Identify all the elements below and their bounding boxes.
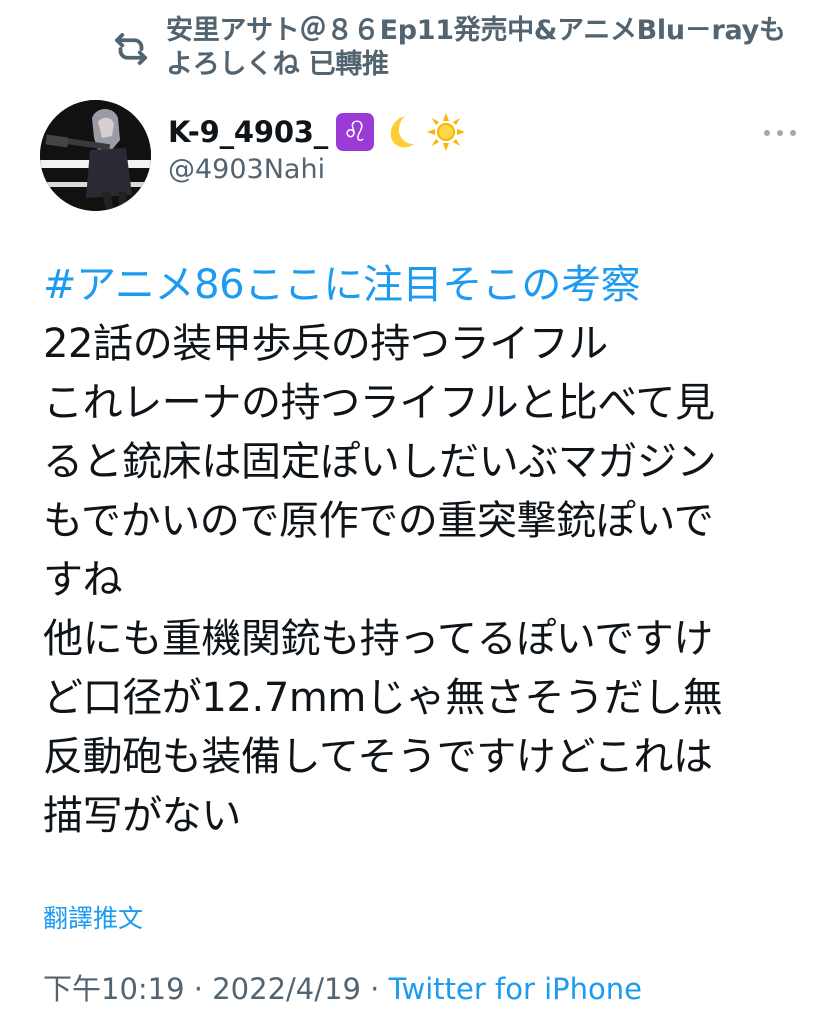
tweet-line: ど口径が12.7mmじゃ無さそうだし無 <box>43 675 723 721</box>
tweet-meta: 下午10:19 · 2022/4/19 · Twitter for iPhone <box>43 966 642 1008</box>
tweet-line: 反動砲も装備してそうですけどこれは <box>43 734 713 780</box>
crescent-moon-icon <box>390 116 415 148</box>
translate-tweet-link[interactable]: 翻譯推文 <box>43 899 143 935</box>
hashtag-link[interactable]: #アニメ86ここに注目そこの考察 <box>43 256 813 315</box>
display-name: K-9_4903_ <box>168 115 329 149</box>
avatar[interactable] <box>40 100 151 211</box>
meta-separator: · <box>360 972 389 1006</box>
retweet-icon <box>115 33 147 65</box>
author-handle[interactable]: @4903Nahi <box>168 154 325 185</box>
tweet-detail-page: 安里アサト＠８６Ep11発売中&アニメBlu－rayもよろしくね 已轉推 K-9… <box>0 0 839 1024</box>
tweet-date: 2022/4/19 <box>212 972 361 1006</box>
avatar-image <box>40 100 151 211</box>
tweet-line: 22話の装甲歩兵の持つライフル <box>43 321 608 367</box>
more-options-icon[interactable] <box>762 126 798 140</box>
tweet-line: すね <box>43 557 123 603</box>
author-name-row[interactable]: K-9_4903_ ♌ <box>168 112 466 152</box>
tweet-line: 他にも重機関銃も持ってるぽいですけ <box>43 616 713 662</box>
tweet-line: 描写がない <box>43 793 241 839</box>
tweet-line: ると銃床は固定ぽいしだいぶマガジン <box>43 439 717 485</box>
leo-icon: ♌ <box>336 113 375 151</box>
tweet-line: これレーナの持つライフルと比べて見 <box>43 380 715 426</box>
sun-icon <box>427 113 466 151</box>
retweet-header[interactable]: 安里アサト＠８６Ep11発売中&アニメBlu－rayもよろしくね 已轉推 <box>110 14 810 82</box>
tweet-source-link[interactable]: Twitter for iPhone <box>389 972 642 1006</box>
tweet-line: もでかいので原作での重突撃銃ぽいで <box>43 498 714 544</box>
meta-separator: · <box>184 972 213 1006</box>
retweet-label: 安里アサト＠８６Ep11発売中&アニメBlu－rayもよろしくね 已轉推 <box>166 15 786 80</box>
tweet-time: 下午10:19 <box>43 972 185 1006</box>
tweet-text: #アニメ86ここに注目そこの考察 22話の装甲歩兵の持つライフル これレーナの持… <box>43 256 813 846</box>
